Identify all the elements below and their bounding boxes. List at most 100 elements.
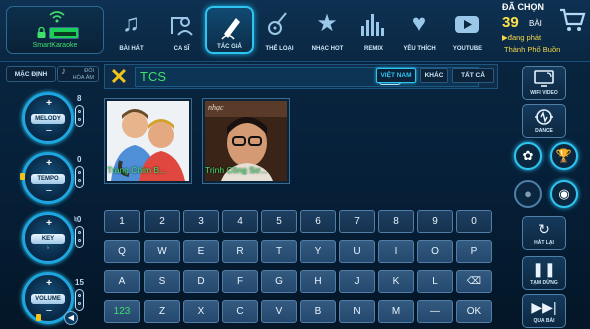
key-flat-symbol: ♭ bbox=[46, 245, 50, 251]
key-7[interactable]: 7 bbox=[339, 210, 375, 233]
key-z[interactable]: Z bbox=[144, 300, 180, 323]
key-g[interactable]: G bbox=[261, 270, 297, 293]
queue-heading: ĐÃ CHỌN bbox=[502, 2, 544, 12]
key-p[interactable]: P bbox=[456, 240, 492, 263]
key-r[interactable]: R bbox=[222, 240, 258, 263]
key-d[interactable]: D bbox=[183, 270, 219, 293]
key-9[interactable]: 9 bbox=[417, 210, 453, 233]
screen-wifi-icon bbox=[523, 69, 565, 92]
key-knob[interactable]: + KEY ♭ bbox=[22, 212, 74, 264]
key-q[interactable]: Q bbox=[104, 240, 140, 263]
key-c[interactable]: C bbox=[222, 300, 258, 323]
melody-knob[interactable]: + MELODY − bbox=[22, 92, 74, 144]
key-e[interactable]: E bbox=[183, 240, 219, 263]
star-icon: ★ bbox=[316, 10, 338, 37]
pause-icon: ❚❚ bbox=[532, 261, 556, 277]
tab-label: YOUTUBE bbox=[452, 46, 483, 52]
key-f[interactable]: F bbox=[222, 270, 258, 293]
key-j[interactable]: J bbox=[339, 270, 375, 293]
tab-ca-si[interactable]: CA SĨ bbox=[157, 6, 206, 54]
speaker-icon[interactable]: ◀ bbox=[64, 311, 78, 325]
default-mode-button[interactable]: MẶC ĐỊNH bbox=[6, 66, 56, 82]
key-3[interactable]: 3 bbox=[183, 210, 219, 233]
lock-icon bbox=[37, 27, 46, 38]
tab-the-loai[interactable]: THỂ LOẠI bbox=[255, 6, 304, 54]
key-o[interactable]: O bbox=[417, 240, 453, 263]
key-2[interactable]: 2 bbox=[144, 210, 180, 233]
tempo-level: 0 bbox=[77, 155, 82, 164]
filter-khac[interactable]: KHÁC bbox=[420, 68, 448, 83]
melody-plus[interactable]: + bbox=[44, 99, 54, 109]
change-harmony-button[interactable]: ♪ ĐỔI HÒA ÂM bbox=[57, 66, 99, 82]
tempo-plus[interactable]: + bbox=[44, 159, 54, 169]
equalizer-icon bbox=[358, 10, 388, 38]
key-5[interactable]: 5 bbox=[261, 210, 297, 233]
tab-yeu-thich[interactable]: ♥ YÊU THÍCH bbox=[395, 6, 444, 54]
pause-button[interactable]: ❚❚ TẠM DỪNG bbox=[522, 256, 566, 290]
key-stepper[interactable] bbox=[75, 226, 84, 248]
tempo-minus[interactable]: − bbox=[44, 186, 54, 197]
volume-minus[interactable]: − bbox=[44, 306, 54, 317]
filter-tat-ca[interactable]: TẤT CẢ bbox=[452, 68, 494, 83]
key-space[interactable]: — bbox=[417, 300, 453, 323]
key-backspace[interactable]: ⌫ bbox=[456, 270, 492, 293]
volume-stepper[interactable] bbox=[75, 289, 84, 311]
tab-bai-hat[interactable]: ♫ BÀI HÁT bbox=[107, 6, 156, 54]
key-v[interactable]: V bbox=[261, 300, 297, 323]
duet-icon[interactable]: ◉ bbox=[550, 180, 578, 208]
tempo-stepper[interactable] bbox=[75, 166, 84, 188]
dance-button[interactable]: DANCE bbox=[522, 104, 566, 138]
wifi-icon bbox=[49, 11, 65, 23]
result-card[interactable]: Trang Chim B... bbox=[104, 98, 192, 184]
melody-minus[interactable]: − bbox=[44, 126, 54, 137]
tab-label: REMIX bbox=[363, 46, 383, 52]
volume-plus[interactable]: + bbox=[44, 279, 54, 289]
trophy-icon[interactable]: 🏆 bbox=[550, 142, 578, 170]
key-t[interactable]: T bbox=[261, 240, 297, 263]
key-i[interactable]: I bbox=[378, 240, 414, 263]
skip-icon: ▶▶| bbox=[531, 299, 557, 315]
tab-youtube[interactable]: YOUTUBE bbox=[443, 6, 492, 54]
tab-tac-gia[interactable]: TÁC GIẢ bbox=[205, 6, 254, 54]
tempo-knob[interactable]: + TEMPO − bbox=[22, 152, 74, 204]
key-n[interactable]: N bbox=[339, 300, 375, 323]
key-x[interactable]: X bbox=[183, 300, 219, 323]
key-h[interactable]: H bbox=[300, 270, 336, 293]
key-8[interactable]: 8 bbox=[378, 210, 414, 233]
settings-icon[interactable]: ✿ bbox=[514, 142, 542, 170]
tab-label: THỂ LOẠI bbox=[265, 46, 294, 52]
result-card[interactable]: nhạc Trịnh Công Sơ... bbox=[202, 98, 290, 184]
key-a[interactable]: A bbox=[104, 270, 140, 293]
tab-nhac-hot[interactable]: ★ NHẠC HOT bbox=[303, 6, 352, 54]
cart-icon[interactable] bbox=[558, 6, 586, 34]
key-l[interactable]: L bbox=[417, 270, 453, 293]
melody-stepper[interactable] bbox=[75, 105, 84, 127]
key-k[interactable]: K bbox=[378, 270, 414, 293]
tab-label: BÀI HÁT bbox=[119, 46, 144, 52]
key-0[interactable]: 0 bbox=[456, 210, 492, 233]
tab-label: CA SĨ bbox=[173, 46, 190, 52]
key-w[interactable]: W bbox=[144, 240, 180, 263]
tab-remix[interactable]: REMIX bbox=[349, 6, 398, 54]
replay-button[interactable]: ↻ HÁT LẠI bbox=[522, 216, 566, 250]
key-m[interactable]: M bbox=[378, 300, 414, 323]
wifi-video-button[interactable]: WIFI VIDEO bbox=[522, 66, 566, 100]
music-note-icon: ♫ bbox=[122, 10, 140, 37]
key-b[interactable]: B bbox=[300, 300, 336, 323]
key-4[interactable]: 4 bbox=[222, 210, 258, 233]
key-u[interactable]: U bbox=[339, 240, 375, 263]
close-icon[interactable]: ✕ bbox=[109, 66, 129, 88]
skip-button[interactable]: ▶▶| QUA BÀI bbox=[522, 294, 566, 328]
key-ok[interactable]: OK bbox=[456, 300, 492, 323]
key-plus[interactable]: + bbox=[44, 219, 54, 229]
brand-logo[interactable]: SmartKaraoke bbox=[6, 6, 104, 54]
queue-info[interactable]: ĐÃ CHỌN 39 BÀI ▶đang phát Thành Phố Buồn bbox=[502, 2, 560, 60]
singer-profile-icon[interactable]: ● bbox=[514, 180, 542, 208]
key-123[interactable]: 123 bbox=[104, 300, 140, 323]
queue-unit: BÀI bbox=[529, 19, 542, 28]
key-1[interactable]: 1 bbox=[104, 210, 140, 233]
key-s[interactable]: S bbox=[144, 270, 180, 293]
filter-viet-nam[interactable]: VIỆT NAM bbox=[376, 68, 416, 83]
key-y[interactable]: Y bbox=[300, 240, 336, 263]
key-6[interactable]: 6 bbox=[300, 210, 336, 233]
